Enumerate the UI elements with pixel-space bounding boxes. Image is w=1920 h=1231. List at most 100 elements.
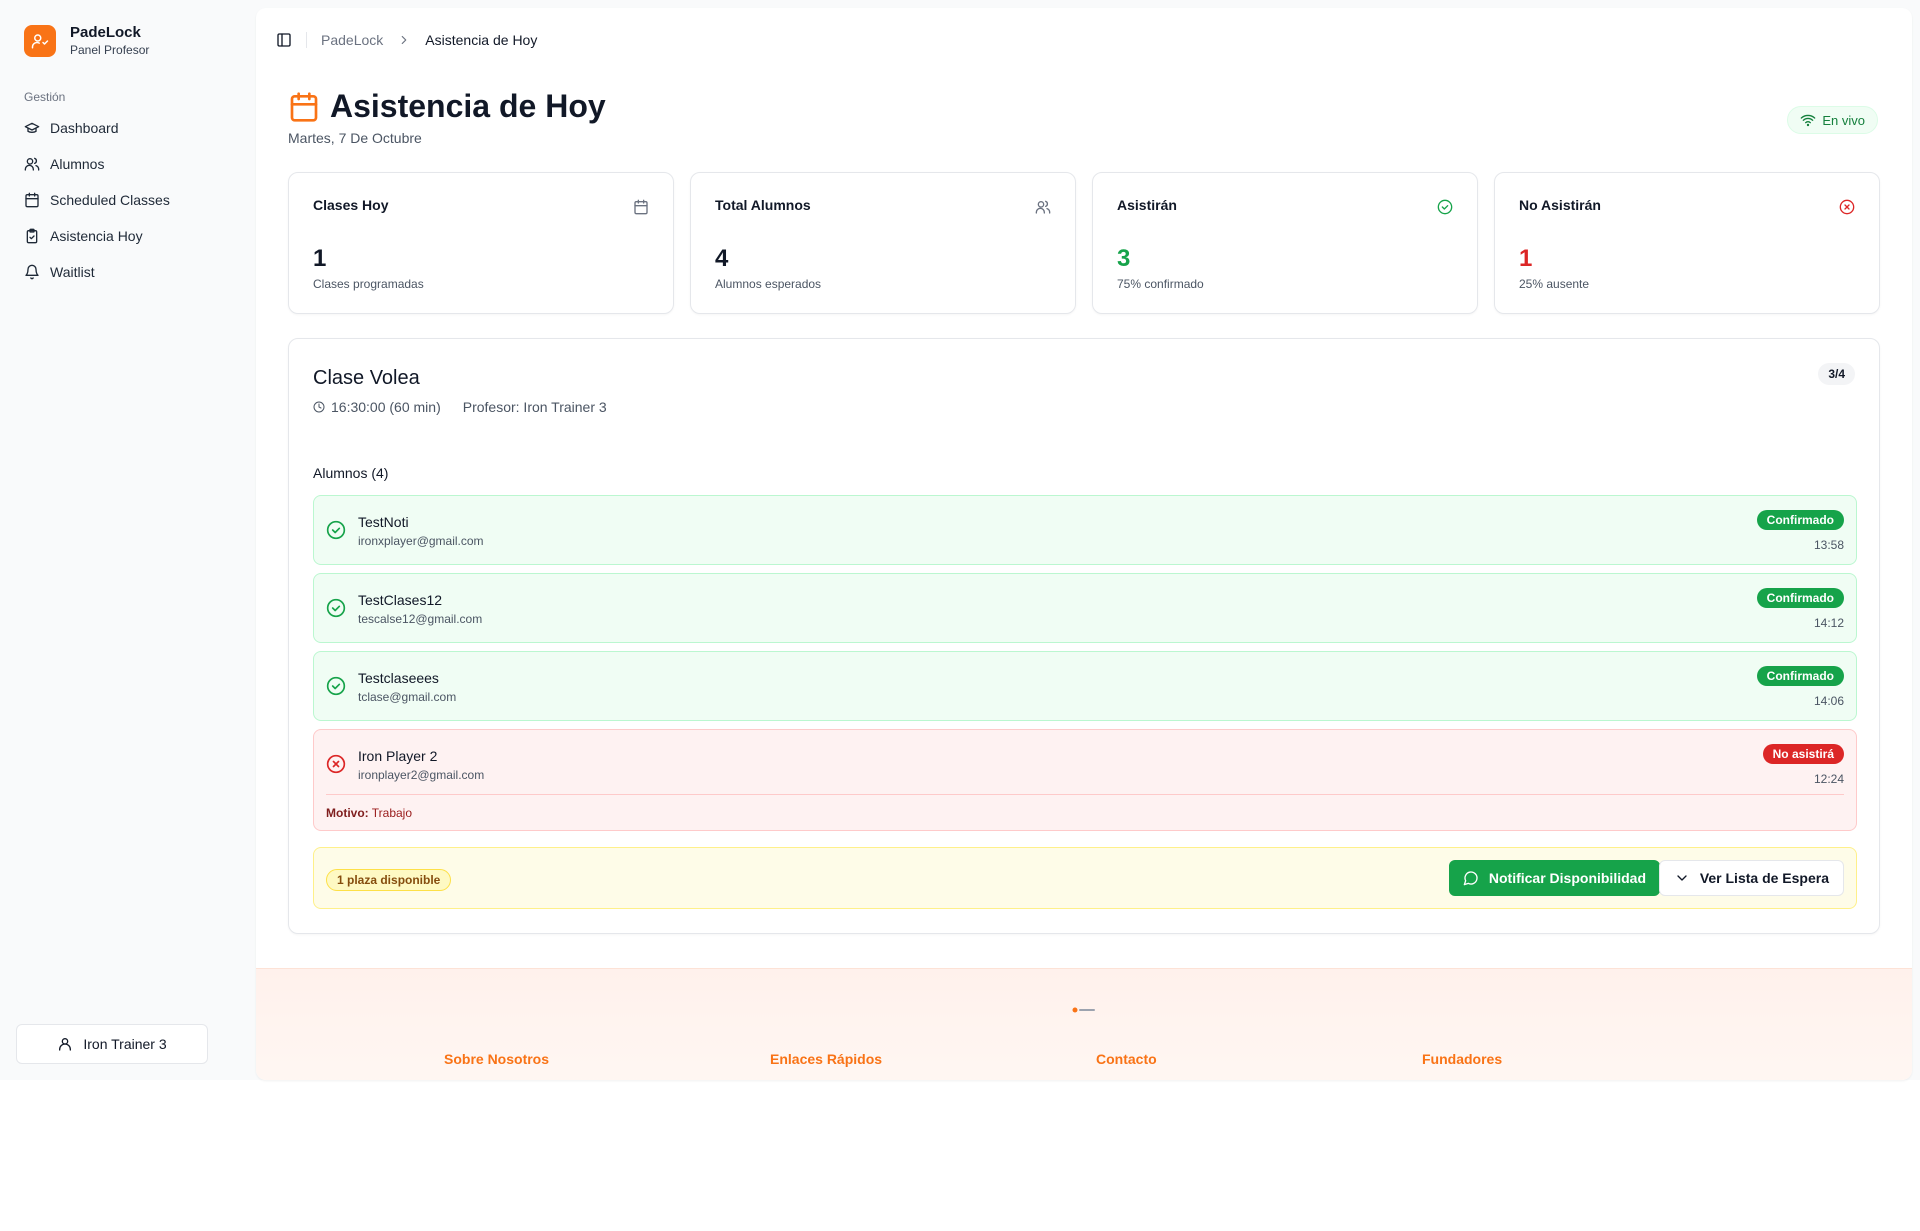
absence-reason: Motivo: Trabajo: [326, 806, 412, 820]
stat-caption: 25% ausente: [1519, 277, 1590, 291]
sidebar-item-label: Waitlist: [50, 264, 95, 280]
calendar-icon: [634, 199, 648, 215]
student-name: TestNoti: [358, 514, 409, 530]
footer-heading-links: Enlaces Rápidos: [770, 1051, 883, 1067]
class-teacher: Profesor: Iron Trainer 3: [462, 399, 607, 415]
student-time: 12:24: [1813, 772, 1844, 786]
attendance-count-badge: 3/4: [1818, 363, 1855, 385]
stat-value: 1: [313, 245, 327, 272]
brand-name: PadeLock: [70, 24, 141, 41]
footer-heading-contact: Contacto: [1096, 1051, 1157, 1067]
graduation-cap-icon: [24, 122, 40, 133]
absence-reason-label: Motivo:: [326, 806, 369, 820]
student-row[interactable]: Iron Player 2 ironplayer2@gmail.com No a…: [313, 729, 1857, 831]
view-waitlist-button[interactable]: Ver Lista de Espera: [1658, 860, 1844, 896]
clipboard-check-icon: [26, 228, 38, 244]
nav-group-label: Gestión: [24, 90, 66, 104]
check-circle-icon: [326, 676, 346, 696]
check-circle-icon: [1437, 199, 1453, 215]
chevron-down-icon: [1677, 875, 1687, 881]
sidebar-toggle-icon[interactable]: [276, 32, 292, 48]
student-email: tclase@gmail.com: [358, 690, 457, 704]
student-email: ironplayer2@gmail.com: [358, 768, 485, 782]
availability-badge: 1 plaza disponible: [326, 869, 452, 891]
page-title-text: Asistencia de Hoy: [330, 88, 606, 124]
sidebar-item-label: Asistencia Hoy: [50, 228, 143, 244]
student-row[interactable]: TestNoti ironxplayer@gmail.com Confirmad…: [313, 495, 1857, 565]
sidebar-item-dashboard[interactable]: Dashboard: [16, 110, 241, 146]
student-row[interactable]: Testclaseees tclase@gmail.com Confirmado…: [313, 651, 1857, 721]
footer-heading-founders: Fundadores: [1422, 1051, 1503, 1067]
stat-card-asistiran: Asistirán 3 75% confirmado: [1092, 172, 1478, 314]
student-name: Iron Player 2: [358, 748, 438, 764]
student-time: 13:58: [1813, 538, 1844, 552]
sidebar-item-label: Scheduled Classes: [50, 192, 170, 208]
page-date: Martes, 7 De Octubre: [288, 130, 422, 146]
page-title: Asistencia de Hoy: [288, 88, 606, 125]
stat-label: No Asistirán: [1519, 197, 1601, 213]
status-badge: Confirmado: [1756, 666, 1844, 686]
student-name: Testclaseees: [358, 670, 439, 686]
users-icon: [1035, 200, 1051, 214]
status-badge: Confirmado: [1756, 510, 1844, 530]
students-heading: Alumnos (4): [313, 465, 389, 481]
stat-value: 4: [715, 245, 729, 272]
bell-icon: [25, 264, 39, 280]
wifi-icon: [1801, 114, 1816, 127]
student-email: tescalse12@gmail.com: [358, 612, 483, 626]
student-name: TestClases12: [358, 592, 443, 608]
stats-row: Clases Hoy 1 Clases programadas Total Al…: [288, 172, 1880, 314]
brand-subtitle: Panel Profesor: [70, 43, 150, 57]
footer-logo-icon: [1072, 1007, 1095, 1013]
x-circle-icon: [326, 754, 346, 774]
sidebar-item-label: Dashboard: [50, 120, 119, 136]
class-card: Clase Volea 16:30:00 (60 min) Profesor: …: [288, 338, 1880, 934]
breadcrumb-current: Asistencia de Hoy: [425, 32, 538, 48]
stat-value: 3: [1117, 245, 1131, 272]
users-icon: [24, 157, 40, 171]
live-status-badge: En vivo: [1787, 106, 1878, 134]
status-badge: No asistirá: [1762, 744, 1844, 764]
sidebar-item-label: Alumnos: [50, 156, 105, 172]
topbar-divider: [306, 32, 307, 48]
student-row[interactable]: TestClases12 tescalse12@gmail.com Confir…: [313, 573, 1857, 643]
stat-card-total-alumnos: Total Alumnos 4 Alumnos esperados: [690, 172, 1076, 314]
live-status-label: En vivo: [1822, 112, 1865, 128]
check-circle-icon: [326, 598, 346, 618]
user-icon: [59, 1038, 72, 1051]
footer-heading-about: Sobre Nosotros: [444, 1051, 550, 1067]
message-circle-icon: [1463, 871, 1478, 886]
stat-caption: Alumnos esperados: [715, 277, 822, 291]
stat-value: 1: [1519, 245, 1533, 272]
stat-label: Asistirán: [1117, 197, 1177, 213]
footer: Sobre Nosotros Enlaces Rápidos Contacto …: [256, 968, 1912, 1080]
student-time: 14:12: [1813, 616, 1844, 630]
sidebar-item-asistencia-hoy[interactable]: Asistencia Hoy: [16, 218, 241, 254]
check-circle-icon: [326, 520, 346, 540]
brand[interactable]: PadeLock Panel Profesor: [24, 24, 149, 57]
status-badge: Confirmado: [1756, 588, 1844, 608]
notify-availability-button[interactable]: Notificar Disponibilidad: [1448, 860, 1660, 896]
app-shell: PadeLock Panel Profesor Gestión Dashboar…: [0, 0, 1920, 1080]
stat-caption: Clases programadas: [313, 277, 424, 291]
sidebar-nav: Dashboard Alumnos Scheduled Classes Asis…: [16, 110, 241, 290]
user-name: Iron Trainer 3: [83, 1036, 167, 1052]
calendar-icon: [25, 192, 39, 208]
sidebar-item-waitlist[interactable]: Waitlist: [16, 254, 241, 290]
class-title: Clase Volea: [313, 367, 420, 389]
row-divider: [326, 794, 1844, 795]
student-time: 14:06: [1813, 694, 1844, 708]
chevron-right-icon: [401, 35, 407, 45]
sidebar-item-scheduled-classes[interactable]: Scheduled Classes: [16, 182, 241, 218]
class-time: 16:30:00 (60 min): [331, 399, 441, 415]
student-email: ironxplayer@gmail.com: [358, 534, 484, 548]
stat-card-no-asistiran: No Asistirán 1 25% ausente: [1494, 172, 1880, 314]
sidebar-item-alumnos[interactable]: Alumnos: [16, 146, 241, 182]
sidebar: PadeLock Panel Profesor Gestión Dashboar…: [0, 0, 255, 1080]
user-menu-button[interactable]: Iron Trainer 3: [16, 1024, 208, 1064]
absence-reason-text: Trabajo: [371, 806, 413, 820]
stat-caption: 75% confirmado: [1117, 277, 1204, 291]
stat-card-clases-hoy: Clases Hoy 1 Clases programadas: [288, 172, 674, 314]
clock-icon: [313, 401, 325, 413]
breadcrumb-root[interactable]: PadeLock: [321, 32, 383, 48]
